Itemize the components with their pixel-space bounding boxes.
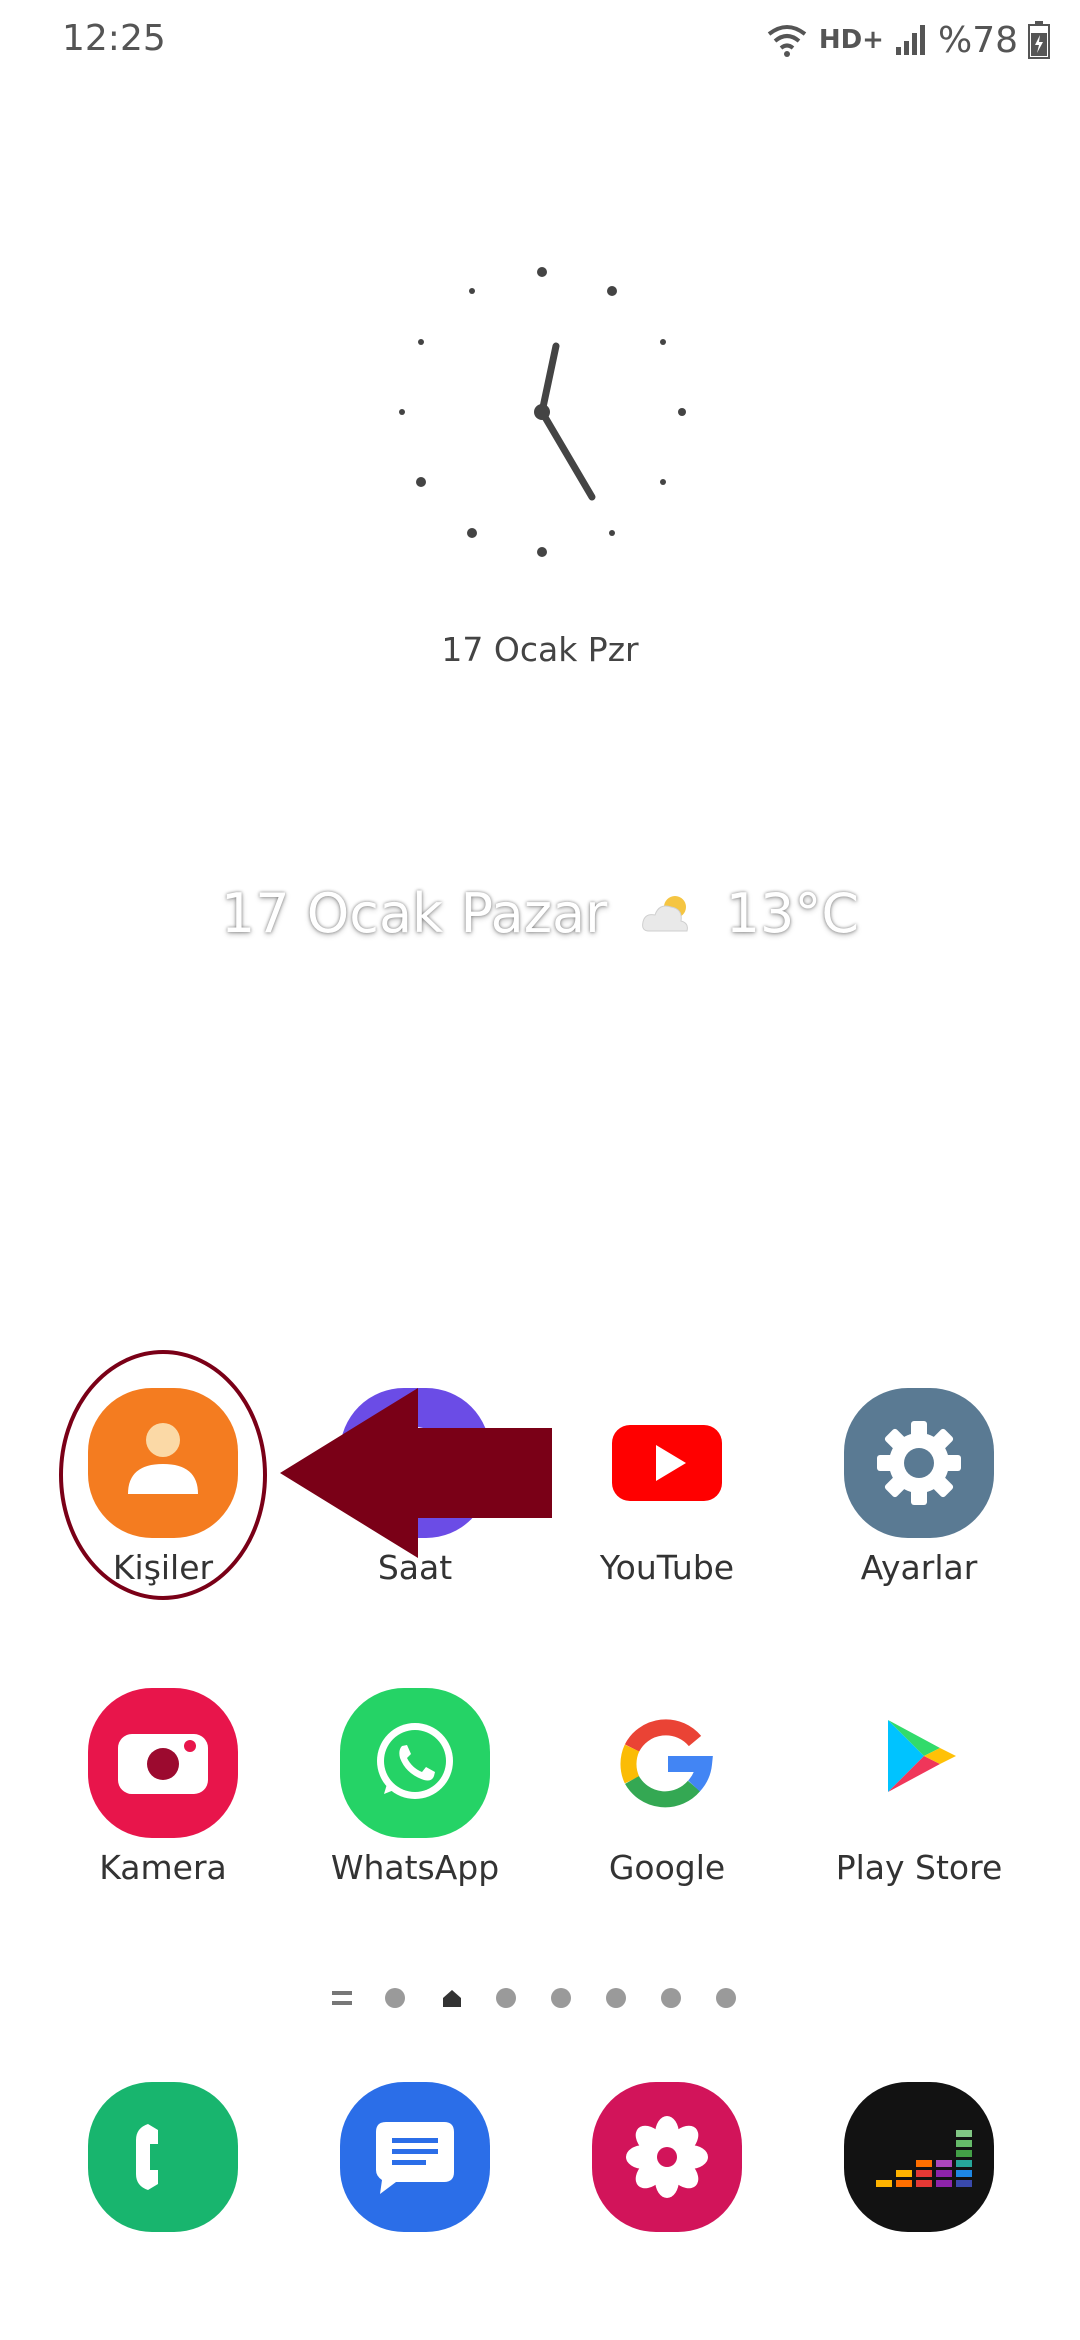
- play-store-icon: [844, 1688, 994, 1838]
- apps-list-icon: [332, 1991, 352, 2005]
- app-label: WhatsApp: [330, 1848, 500, 1887]
- page-dot[interactable]: [716, 1988, 736, 2008]
- app-google[interactable]: Google: [542, 1688, 762, 1908]
- clock-icon: [340, 1388, 490, 1538]
- page-dot[interactable]: [551, 1988, 571, 2008]
- app-saat[interactable]: Saat: [290, 1388, 510, 1608]
- clock-hour-hand: [538, 342, 560, 416]
- page-dot[interactable]: [661, 1988, 681, 2008]
- deezer-icon: [844, 2082, 994, 2232]
- weather-widget[interactable]: 17 Ocak Pazar 13°C: [0, 878, 1080, 945]
- dock-deezer[interactable]: [794, 2082, 1014, 2302]
- page-dot[interactable]: [385, 1988, 405, 2008]
- battery-icon: [1028, 21, 1050, 59]
- page-dot[interactable]: [606, 1988, 626, 2008]
- weather-date: 17 Ocak Pazar: [220, 881, 608, 945]
- app-label: YouTube: [599, 1548, 735, 1587]
- page-indicator[interactable]: [330, 1980, 750, 2010]
- home-page-icon[interactable]: [440, 1986, 464, 2010]
- app-label: Saat: [377, 1548, 453, 1587]
- app-whatsapp[interactable]: WhatsApp: [290, 1688, 510, 1908]
- camera-icon: [88, 1688, 238, 1838]
- gear-icon: [844, 1388, 994, 1538]
- app-ayarlar[interactable]: Ayarlar: [794, 1388, 1014, 1608]
- app-youtube[interactable]: YouTube: [542, 1388, 762, 1608]
- app-play-store[interactable]: Play Store: [794, 1688, 1014, 1908]
- messages-icon: [340, 2082, 490, 2232]
- weather-temperature: 13°C: [725, 881, 860, 945]
- app-label: Ayarlar: [860, 1548, 978, 1587]
- youtube-icon: [592, 1388, 742, 1538]
- app-label: Google: [608, 1848, 726, 1887]
- gallery-icon: [592, 2082, 742, 2232]
- page-dot[interactable]: [496, 1988, 516, 2008]
- clock-minute-hand: [538, 408, 596, 501]
- analog-clock-widget[interactable]: [392, 262, 692, 562]
- dock-phone[interactable]: [38, 2082, 258, 2302]
- contacts-icon: [88, 1388, 238, 1538]
- clock-date: 17 Ocak Pzr: [441, 630, 639, 669]
- app-kamera[interactable]: Kamera: [38, 1688, 258, 1908]
- wifi-icon: [767, 25, 807, 57]
- whatsapp-icon: [340, 1688, 490, 1838]
- app-label: Kamera: [99, 1848, 227, 1887]
- app-kisiler[interactable]: Kişiler: [38, 1388, 258, 1608]
- phone-icon: [88, 2082, 238, 2232]
- status-icons: HD+ %78: [765, 16, 1050, 64]
- signal-icon: [895, 25, 925, 55]
- dock-gallery[interactable]: [542, 2082, 762, 2302]
- dock-messages[interactable]: [290, 2082, 510, 2302]
- app-label: Play Store: [835, 1848, 1003, 1887]
- partly-sunny-icon: [641, 896, 688, 932]
- battery-percent: %78: [937, 19, 1018, 61]
- google-icon: [592, 1688, 742, 1838]
- app-label: Kişiler: [112, 1548, 214, 1587]
- network-type-label: HD+: [818, 25, 884, 55]
- status-bar: 12:25 HD+ %78: [0, 0, 1080, 84]
- status-time: 12:25: [62, 18, 166, 59]
